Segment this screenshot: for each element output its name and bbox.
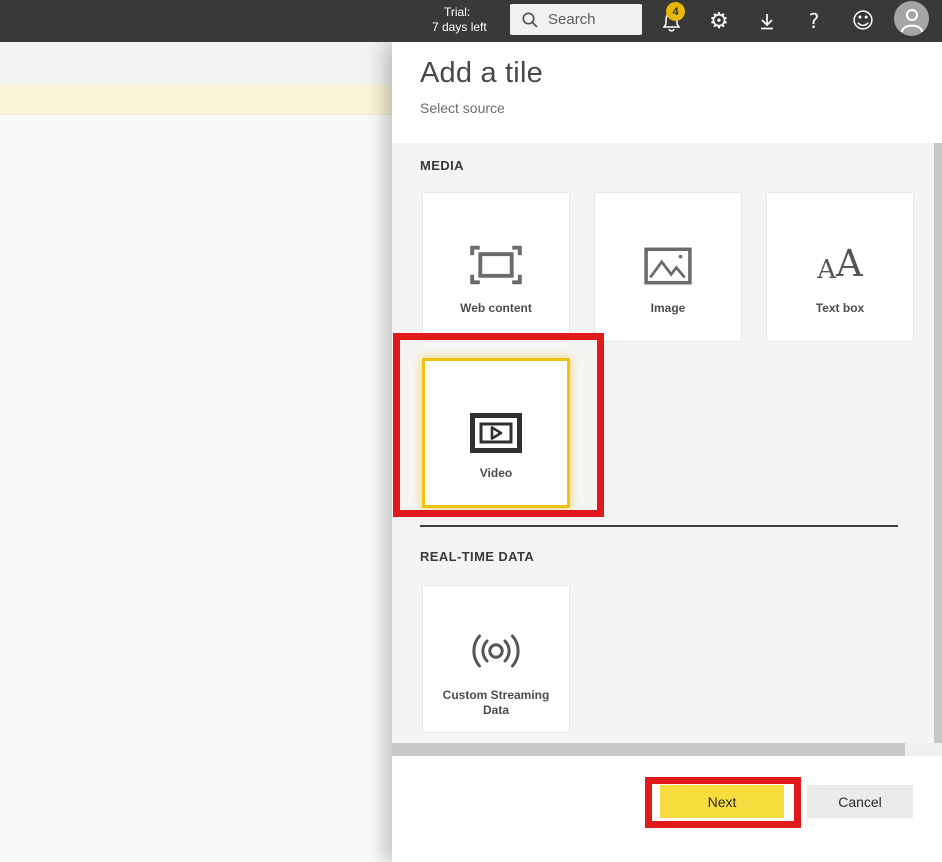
text-box-icon: AA bbox=[817, 193, 863, 289]
video-icon bbox=[470, 361, 522, 457]
add-tile-panel: Add a tile Select source MEDIA Web conte… bbox=[392, 42, 942, 862]
letter-a-small: A bbox=[817, 255, 837, 285]
tile-label: Image bbox=[650, 301, 686, 315]
panel-subtitle: Select source bbox=[420, 100, 505, 116]
panel-content: MEDIA Web content Image A A Text box Vid… bbox=[392, 143, 942, 756]
vertical-scrollbar[interactable] bbox=[934, 143, 942, 743]
tile-label: Custom Streaming Data bbox=[442, 688, 550, 717]
trial-status: Trial: 7 days left bbox=[432, 5, 508, 35]
next-button[interactable]: Next bbox=[660, 785, 784, 818]
screen: Trial: 7 days left 4 ⚙ bbox=[0, 0, 942, 862]
tile-image[interactable]: Image bbox=[594, 192, 742, 342]
tile-custom-streaming-data[interactable]: Custom Streaming Data bbox=[422, 585, 570, 733]
smiley-icon: ☺ bbox=[851, 8, 875, 34]
notification-count: 4 bbox=[672, 5, 679, 18]
tile-video-selected[interactable]: Video bbox=[422, 358, 570, 508]
top-bar: Trial: 7 days left 4 ⚙ bbox=[0, 0, 942, 42]
realtime-section-label: REAL-TIME DATA bbox=[420, 549, 535, 564]
horizontal-scrollbar-thumb[interactable] bbox=[392, 743, 905, 756]
trial-label: Trial: bbox=[444, 5, 471, 19]
tile-web-content[interactable]: Web content bbox=[422, 192, 570, 342]
image-icon bbox=[644, 193, 692, 289]
tile-label: Text box bbox=[815, 301, 865, 315]
help-button[interactable]: ? bbox=[802, 0, 826, 42]
help-icon: ? bbox=[808, 9, 820, 33]
settings-button[interactable]: ⚙ bbox=[704, 0, 734, 42]
download-icon bbox=[761, 13, 773, 29]
tile-text-box[interactable]: AA Text box bbox=[766, 192, 914, 342]
web-content-icon bbox=[470, 193, 522, 289]
media-section-label: MEDIA bbox=[420, 158, 464, 173]
download-button[interactable] bbox=[754, 0, 780, 42]
horizontal-scrollbar[interactable] bbox=[392, 743, 942, 756]
tile-label: Video bbox=[479, 466, 513, 480]
notification-badge: 4 bbox=[666, 2, 685, 21]
tile-label: Web content bbox=[460, 301, 532, 315]
search-input[interactable] bbox=[548, 11, 633, 28]
panel-title: Add a tile bbox=[420, 57, 543, 89]
feedback-button[interactable]: ☺ bbox=[849, 0, 877, 42]
background-page bbox=[0, 42, 392, 862]
section-divider bbox=[420, 525, 898, 527]
person-icon bbox=[900, 8, 923, 32]
search-icon bbox=[522, 12, 538, 28]
trial-days-left: 7 days left bbox=[432, 20, 487, 34]
background-toolbar-strip bbox=[0, 42, 392, 84]
account-avatar[interactable] bbox=[894, 1, 929, 36]
cancel-button[interactable]: Cancel bbox=[807, 785, 913, 818]
streaming-icon bbox=[467, 586, 525, 676]
search-box[interactable] bbox=[510, 4, 642, 35]
letter-a-large: A bbox=[836, 242, 863, 285]
notification-banner bbox=[0, 84, 392, 115]
gear-icon: ⚙ bbox=[709, 8, 729, 34]
